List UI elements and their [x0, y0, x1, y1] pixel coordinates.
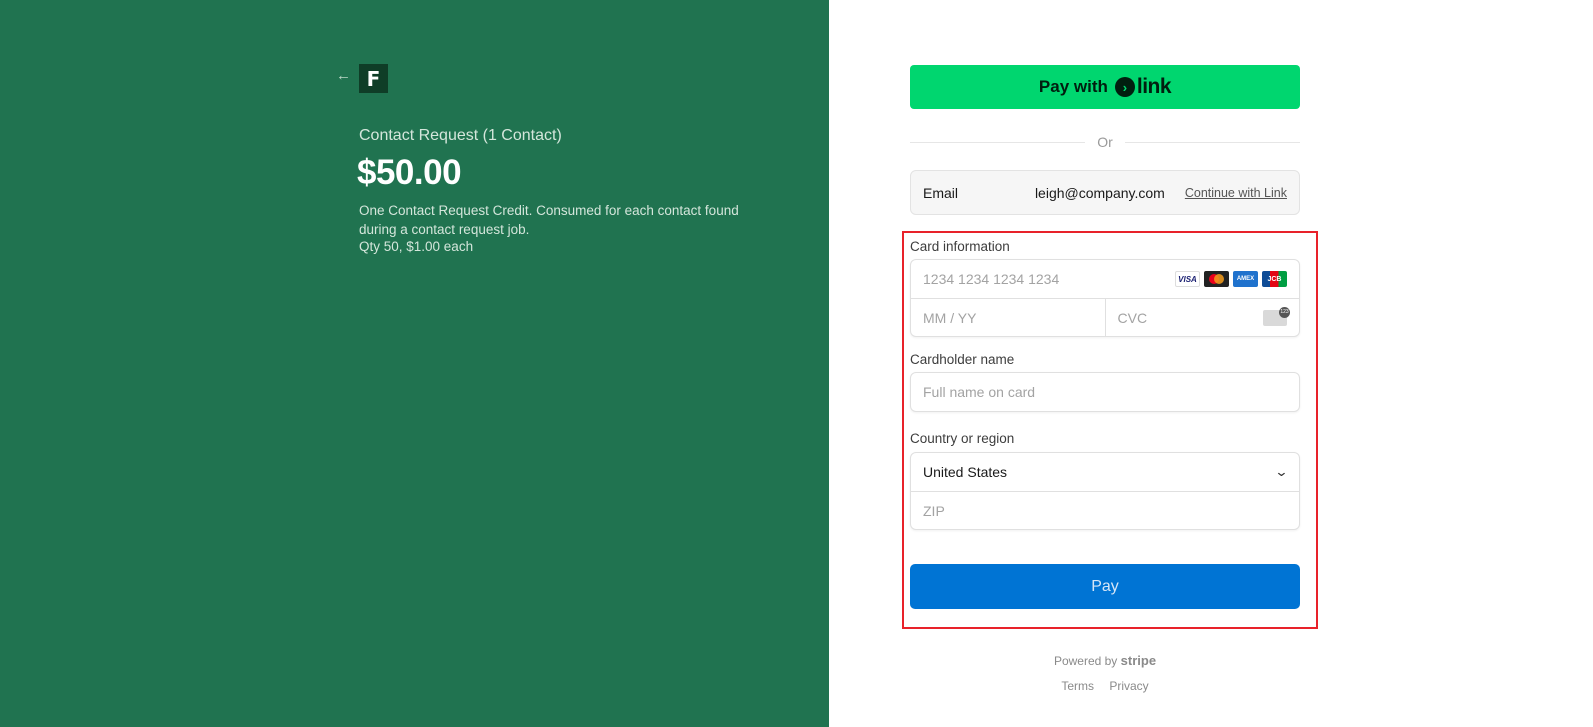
expiry-placeholder: MM / YY: [923, 309, 977, 326]
expiry-input[interactable]: MM / YY: [911, 299, 1105, 336]
address-group: United States ⌄ ZIP: [910, 452, 1300, 530]
link-logo-icon: ›: [1114, 77, 1135, 97]
or-text: Or: [1097, 134, 1113, 150]
card-brands: VISA AMEX JCB: [1175, 271, 1287, 287]
product-name: Contact Request (1 Contact): [359, 127, 562, 144]
country-selected-value: United States: [923, 464, 1008, 480]
cvc-input[interactable]: CVC: [1104, 299, 1300, 336]
product-summary-panel: ← F Contact Request (1 Contact) $50.00 O…: [0, 0, 829, 727]
country-label: Country or region: [910, 431, 1015, 446]
country-select[interactable]: United States ⌄: [911, 453, 1299, 491]
back-arrow-icon[interactable]: ←: [336, 68, 351, 84]
cardholder-name-label: Cardholder name: [910, 352, 1015, 367]
cardholder-name-input[interactable]: Full name on card: [910, 372, 1300, 412]
continue-with-link[interactable]: Continue with Link: [1185, 186, 1287, 200]
card-information-label: Card information: [910, 239, 1010, 254]
expiry-cvc-row: MM / YY CVC: [911, 298, 1299, 336]
cvc-placeholder: CVC: [1117, 309, 1148, 326]
zip-input[interactable]: ZIP: [911, 491, 1299, 529]
pay-with-label: Pay with: [1038, 77, 1108, 96]
footer-links: Terms Privacy: [829, 679, 1381, 693]
stripe-logo: stripe: [1120, 653, 1157, 668]
email-field[interactable]: Email leigh@company.com Continue with Li…: [910, 170, 1300, 215]
card-information-group: 1234 1234 1234 1234 VISA AMEX JCB MM / Y…: [910, 259, 1300, 337]
pay-button[interactable]: Pay: [910, 564, 1300, 609]
cvc-card-icon: [1263, 306, 1290, 326]
merchant-logo: F: [359, 64, 388, 93]
privacy-link[interactable]: Privacy: [1109, 679, 1148, 693]
payment-panel: Pay with › link Or Email leigh@company.c…: [829, 0, 1593, 727]
powered-by-stripe[interactable]: Powered by stripe: [829, 653, 1381, 668]
email-value: leigh@company.com: [1034, 184, 1165, 201]
mastercard-icon: [1204, 271, 1229, 287]
jcb-icon: JCB: [1262, 271, 1287, 287]
pay-with-link-button[interactable]: Pay with › link: [910, 65, 1300, 109]
amex-icon: AMEX: [1233, 271, 1258, 287]
email-label: Email: [923, 184, 959, 201]
card-number-input[interactable]: 1234 1234 1234 1234 VISA AMEX JCB: [911, 260, 1299, 298]
product-description: One Contact Request Credit. Consumed for…: [359, 203, 739, 237]
visa-icon: VISA: [1175, 271, 1200, 287]
card-number-placeholder: 1234 1234 1234 1234: [923, 271, 1060, 287]
product-price: $50.00: [357, 153, 462, 192]
terms-link[interactable]: Terms: [1061, 679, 1094, 693]
cardholder-name-placeholder: Full name on card: [923, 384, 1036, 400]
or-divider: Or: [910, 134, 1300, 150]
powered-by-text: Powered by: [1053, 654, 1118, 668]
chevron-down-icon: ⌄: [1274, 464, 1289, 479]
zip-placeholder: ZIP: [923, 502, 945, 519]
link-brand-word: link: [1136, 75, 1172, 98]
divider-line: [1124, 141, 1300, 143]
divider-line: [910, 141, 1086, 143]
product-quantity: Qty 50, $1.00 each: [359, 239, 474, 254]
